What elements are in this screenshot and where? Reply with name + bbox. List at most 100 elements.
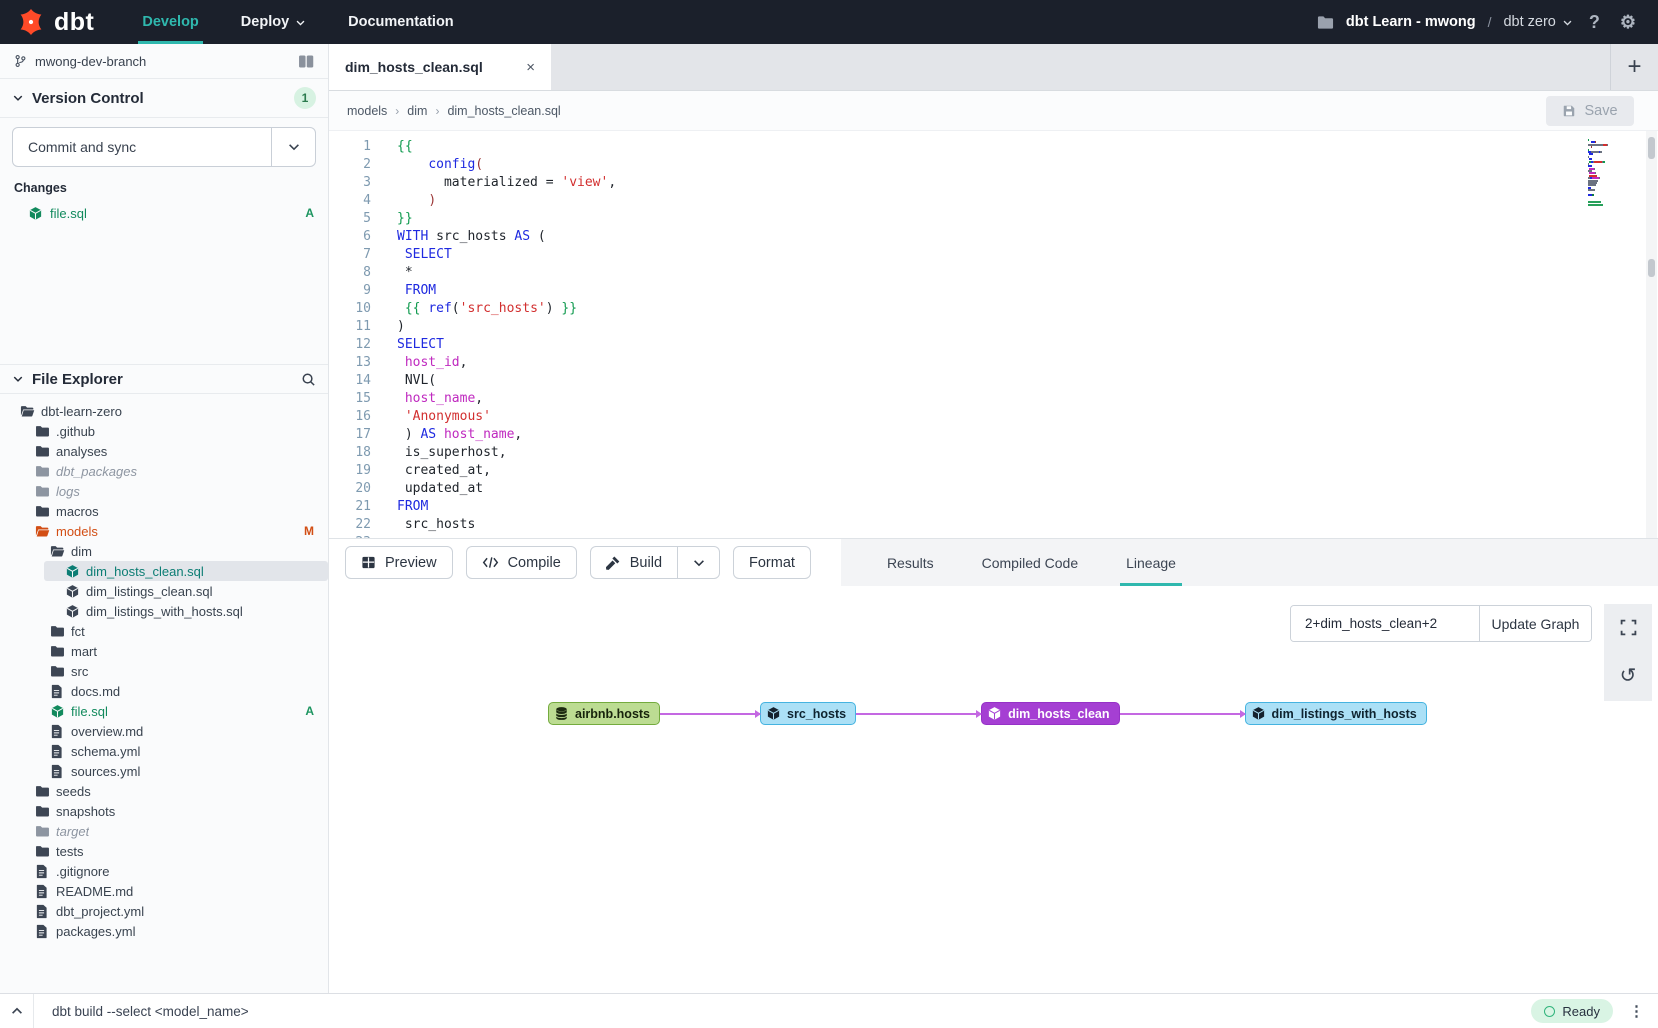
new-tab-button[interactable]: + bbox=[1610, 44, 1658, 90]
lineage-node-dim-listings-with-hosts[interactable]: dim_listings_with_hosts bbox=[1245, 702, 1427, 725]
tree-item-src[interactable]: src bbox=[0, 661, 328, 681]
breadcrumb-models[interactable]: models bbox=[347, 104, 387, 118]
tree-item-dbt-packages[interactable]: dbt_packages bbox=[0, 461, 328, 481]
tree-item-mart[interactable]: mart bbox=[0, 641, 328, 661]
tree-item-dim-listings-clean-sql[interactable]: dim_listings_clean.sql bbox=[0, 581, 328, 601]
line-number: 12 bbox=[329, 336, 371, 354]
tree-item-tests[interactable]: tests bbox=[0, 841, 328, 861]
database-icon bbox=[554, 706, 569, 721]
commit-options-caret[interactable] bbox=[271, 128, 315, 166]
build-options-caret[interactable] bbox=[677, 547, 719, 578]
version-control-header[interactable]: Version Control 1 bbox=[0, 79, 328, 118]
breadcrumb-dim[interactable]: dim bbox=[407, 104, 427, 118]
code-line: src_hosts bbox=[397, 516, 1658, 534]
project-name[interactable]: dbt Learn - mwong bbox=[1346, 14, 1476, 30]
line-number: 2 bbox=[329, 156, 371, 174]
code-editor[interactable]: 1234567891011121314151617181920212223242… bbox=[329, 131, 1658, 538]
tree-item-packages-yml[interactable]: packages.yml bbox=[0, 921, 328, 941]
update-graph-button[interactable]: Update Graph bbox=[1479, 606, 1591, 641]
line-number: 10 bbox=[329, 300, 371, 318]
tree-item-label: .gitignore bbox=[56, 864, 109, 879]
lineage-selector-input[interactable] bbox=[1291, 606, 1479, 641]
tree-item-dim[interactable]: dim bbox=[0, 541, 328, 561]
tree-item-dim-hosts-clean-sql[interactable]: dim_hosts_clean.sql bbox=[44, 561, 328, 581]
tree-item--github[interactable]: .github bbox=[0, 421, 328, 441]
tree-item-logs[interactable]: logs bbox=[0, 481, 328, 501]
lineage-node-label: dim_listings_with_hosts bbox=[1272, 707, 1417, 721]
line-number: 22 bbox=[329, 516, 371, 534]
tree-item-snapshots[interactable]: snapshots bbox=[0, 801, 328, 821]
lineage-node-dim-hosts-clean[interactable]: dim_hosts_clean bbox=[981, 702, 1119, 725]
chevron-down-icon bbox=[287, 140, 301, 154]
tree-item--gitignore[interactable]: .gitignore bbox=[0, 861, 328, 881]
line-number: 20 bbox=[329, 480, 371, 498]
help-icon[interactable]: ? bbox=[1585, 12, 1604, 33]
tab-compiled-code[interactable]: Compiled Code bbox=[982, 539, 1079, 586]
editor-scrollbar[interactable] bbox=[1646, 131, 1657, 538]
split-view-icon[interactable] bbox=[298, 55, 314, 68]
code-content[interactable]: {{ config( materialized = 'view', )}}WIT… bbox=[387, 131, 1658, 538]
git-status-badge: M bbox=[304, 524, 314, 538]
tree-item-label: mart bbox=[71, 644, 97, 659]
tree-item-dbt-project-yml[interactable]: dbt_project.yml bbox=[0, 901, 328, 921]
build-button[interactable]: Build bbox=[591, 547, 677, 578]
tree-item-label: dim_hosts_clean.sql bbox=[86, 564, 204, 579]
tree-item-docs-md[interactable]: docs.md bbox=[0, 681, 328, 701]
changed-file-row[interactable]: file.sql A bbox=[0, 201, 328, 225]
nav-develop[interactable]: Develop bbox=[140, 0, 200, 44]
tree-item-dim-listings-with-hosts-sql[interactable]: dim_listings_with_hosts.sql bbox=[0, 601, 328, 621]
lineage-node-src-hosts[interactable]: src_hosts bbox=[760, 702, 856, 725]
tab-lineage[interactable]: Lineage bbox=[1126, 539, 1176, 586]
command-input[interactable] bbox=[34, 1004, 1531, 1019]
tree-item-target[interactable]: target bbox=[0, 821, 328, 841]
top-navbar: dbt Develop Deploy Documentation dbt Lea… bbox=[0, 0, 1658, 44]
tab-dim-hosts-clean[interactable]: dim_hosts_clean.sql × bbox=[329, 44, 551, 90]
preview-grid-icon bbox=[361, 555, 376, 570]
close-icon[interactable]: × bbox=[526, 59, 535, 76]
environment-select[interactable]: dbt zero bbox=[1503, 14, 1572, 30]
reset-view-icon[interactable]: ↺ bbox=[1620, 666, 1637, 686]
line-number: 9 bbox=[329, 282, 371, 300]
save-button[interactable]: Save bbox=[1546, 96, 1634, 126]
tree-item-models[interactable]: modelsM bbox=[0, 521, 328, 541]
lineage-node-airbnb-hosts[interactable]: airbnb.hosts bbox=[548, 702, 660, 725]
status-dot bbox=[1544, 1006, 1555, 1017]
tree-item-file-sql[interactable]: file.sqlA bbox=[0, 701, 328, 721]
chevron-up-icon[interactable] bbox=[0, 994, 34, 1028]
fullscreen-icon[interactable] bbox=[1620, 619, 1637, 636]
nav-documentation[interactable]: Documentation bbox=[346, 0, 456, 44]
folder-icon bbox=[1317, 15, 1334, 30]
tree-item-label: analyses bbox=[56, 444, 107, 459]
search-icon[interactable] bbox=[301, 372, 316, 387]
gear-icon[interactable]: ⚙ bbox=[1616, 12, 1640, 33]
tree-item-sources-yml[interactable]: sources.yml bbox=[0, 761, 328, 781]
tree-item-readme-md[interactable]: README.md bbox=[0, 881, 328, 901]
tree-item-analyses[interactable]: analyses bbox=[0, 441, 328, 461]
kebab-menu-icon[interactable]: ⋮ bbox=[1629, 1007, 1644, 1016]
brand-name: dbt bbox=[54, 8, 94, 37]
lineage-graph[interactable]: airbnb.hosts src_hosts dim_hosts_clean dim_… bbox=[548, 702, 1427, 725]
tree-item-label: dbt_project.yml bbox=[56, 904, 144, 919]
dbt-logo[interactable]: dbt bbox=[16, 0, 94, 44]
editor-minimap[interactable] bbox=[1588, 139, 1636, 208]
breadcrumb-file[interactable]: dim_hosts_clean.sql bbox=[447, 104, 560, 118]
tree-item-fct[interactable]: fct bbox=[0, 621, 328, 641]
tree-item-schema-yml[interactable]: schema.yml bbox=[0, 741, 328, 761]
nav-deploy[interactable]: Deploy bbox=[239, 0, 308, 44]
tab-results[interactable]: Results bbox=[887, 539, 934, 586]
commit-and-sync-button[interactable]: Commit and sync bbox=[12, 127, 316, 167]
folder-icon bbox=[50, 664, 65, 679]
cube-icon bbox=[50, 704, 65, 719]
file-explorer-header[interactable]: File Explorer bbox=[0, 364, 328, 394]
tree-item-dbt-learn-zero[interactable]: dbt-learn-zero bbox=[0, 401, 328, 421]
branch-row[interactable]: mwong-dev-branch bbox=[0, 44, 328, 79]
folder-icon bbox=[35, 424, 50, 439]
preview-button[interactable]: Preview bbox=[345, 546, 453, 579]
code-line: 'Anonymous' bbox=[397, 408, 1658, 426]
compile-button[interactable]: Compile bbox=[466, 546, 577, 579]
cube-icon bbox=[1251, 706, 1266, 721]
tree-item-overview-md[interactable]: overview.md bbox=[0, 721, 328, 741]
tree-item-macros[interactable]: macros bbox=[0, 501, 328, 521]
tree-item-seeds[interactable]: seeds bbox=[0, 781, 328, 801]
format-button[interactable]: Format bbox=[733, 546, 811, 579]
